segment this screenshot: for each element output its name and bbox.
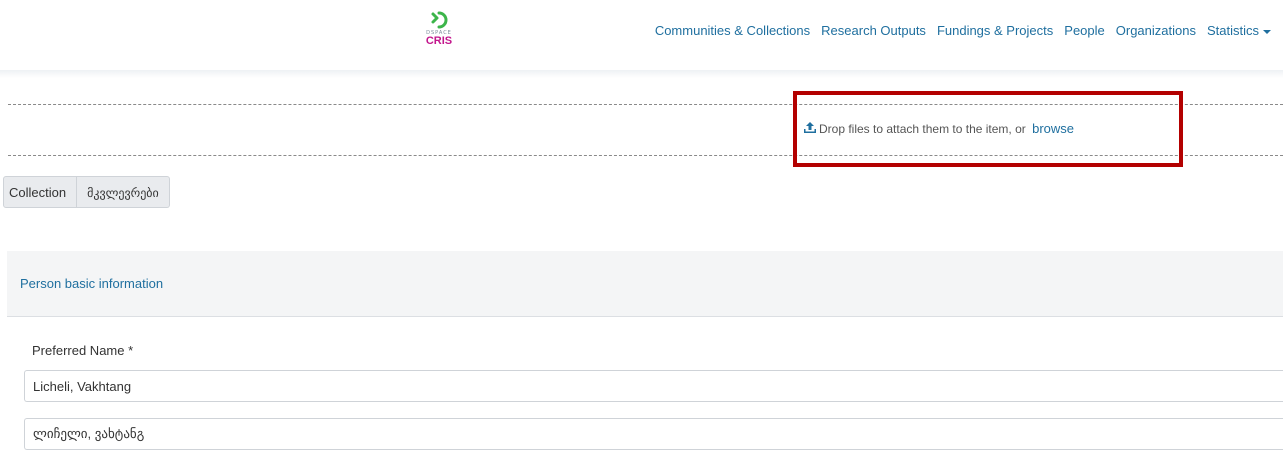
nav-people[interactable]: People <box>1064 23 1104 38</box>
file-drop-zone[interactable] <box>8 104 1283 156</box>
preferred-name-alt-input[interactable] <box>24 418 1283 450</box>
chevron-down-icon <box>1263 29 1271 34</box>
collection-label-button[interactable]: Collection <box>3 176 78 208</box>
section-title[interactable]: Person basic information <box>20 276 163 291</box>
upload-icon <box>804 122 816 133</box>
nav-statistics-dropdown[interactable]: Statistics <box>1207 23 1271 38</box>
nav-fundings-projects[interactable]: Fundings & Projects <box>937 23 1053 38</box>
nav-research-outputs[interactable]: Research Outputs <box>821 23 926 38</box>
drop-files-message: Drop files to attach them to the item, o… <box>803 121 1074 136</box>
nav-organizations[interactable]: Organizations <box>1116 23 1196 38</box>
preferred-name-label: Preferred Name * <box>32 343 134 358</box>
nav-communities-collections[interactable]: Communities & Collections <box>655 23 810 38</box>
preferred-name-input[interactable] <box>24 370 1283 402</box>
dspace-cris-logo[interactable]: DSPACE CRIS <box>418 10 460 60</box>
dspace-logo-icon <box>431 11 448 29</box>
collection-selector: Collection მკვლევრები <box>3 176 170 208</box>
nav-statistics-label: Statistics <box>1206 23 1259 38</box>
main-nav-menu: Communities & Collections Research Outpu… <box>644 23 1271 38</box>
browse-link[interactable]: browse <box>1032 121 1074 136</box>
section-panel-heading[interactable]: Person basic information <box>7 251 1283 317</box>
drop-files-text: Drop files to attach them to the item, o… <box>819 122 1026 136</box>
collection-value-button[interactable]: მკვლევრები <box>77 176 170 208</box>
navbar-shadow <box>0 70 1283 78</box>
top-navbar: DSPACE CRIS Communities & Collections Re… <box>0 0 1283 70</box>
logo-cris-text: CRIS <box>425 35 453 47</box>
